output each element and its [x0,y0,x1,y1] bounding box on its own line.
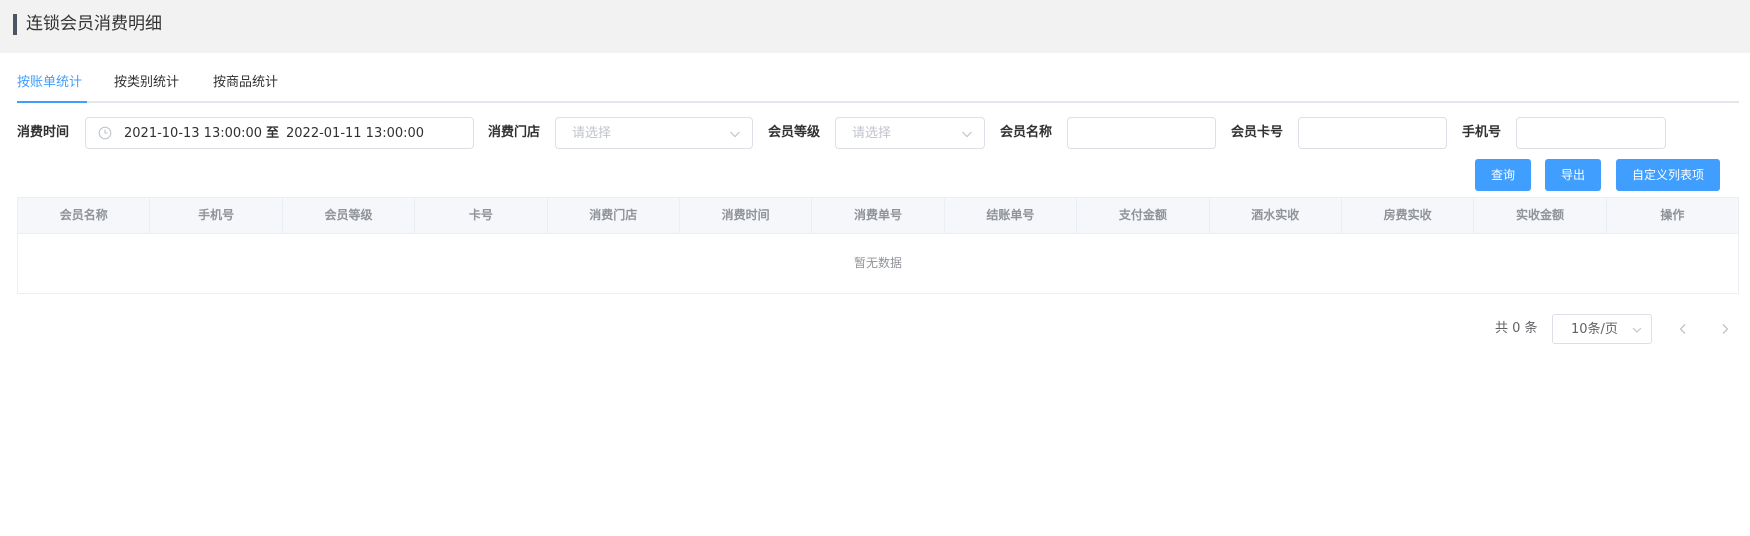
page-title: 连锁会员消费明细 [26,14,162,34]
pagination: 共 0 条 10条/页 [0,314,1750,344]
page-size-select[interactable]: 10条/页 [1552,314,1652,344]
consume-time-label: 消费时间 [17,125,70,140]
title-accent-bar [13,14,17,35]
pagination-total: 共 0 条 [1495,321,1538,336]
table-header: 会员名称 手机号 会员等级 卡号 消费门店 消费时间 消费单号 结账单号 支付金… [18,198,1738,234]
export-button[interactable]: 导出 [1545,159,1601,191]
member-card-label: 会员卡号 [1231,125,1284,140]
consume-time-range-picker[interactable]: 2021-10-13 13:00:00 至 2022-01-11 13:00:0… [85,117,474,149]
tab-by-bill[interactable]: 按账单统计 [17,74,82,92]
consumption-table: 会员名称 手机号 会员等级 卡号 消费门店 消费时间 消费单号 结账单号 支付金… [17,197,1739,294]
column-header-bill-no: 结账单号 [945,198,1078,233]
chevron-down-icon [730,131,740,138]
column-header-room-received: 房费实收 [1342,198,1475,233]
column-header-phone: 手机号 [150,198,283,233]
phone-label: 手机号 [1462,125,1502,140]
chevron-down-icon [962,131,972,138]
member-level-select[interactable]: 请选择 [835,117,985,149]
custom-columns-button[interactable]: 自定义列表项 [1616,159,1720,191]
table-empty-text: 暂无数据 [853,256,902,270]
column-header-actual-received: 实收金额 [1474,198,1607,233]
next-page-button[interactable] [1711,314,1739,344]
clock-icon [98,126,112,140]
column-header-actions: 操作 [1660,208,1685,222]
phone-input[interactable] [1516,117,1666,149]
column-header-member-name: 会员名称 [18,198,151,233]
page-size-value: 10条/页 [1571,322,1618,337]
column-header-card-no: 卡号 [415,198,548,233]
tab-by-category[interactable]: 按类别统计 [114,74,179,92]
column-header-order-no: 消费单号 [812,198,945,233]
query-button[interactable]: 查询 [1475,159,1531,191]
chevron-right-icon [1722,324,1729,334]
tab-bar: 按账单统计 按类别统计 按商品统计 [17,70,1739,103]
filter-bar: 消费时间 2021-10-13 13:00:00 至 2022-01-11 13… [0,117,1750,149]
column-header-store: 消费门店 [548,198,680,233]
store-select[interactable]: 请选择 [555,117,753,149]
member-name-input[interactable] [1067,117,1216,149]
time-range-start[interactable]: 2021-10-13 13:00:00 [124,125,262,143]
column-header-paid-amount: 支付金额 [1077,198,1210,233]
store-label: 消费门店 [488,125,541,140]
member-level-label: 会员等级 [768,125,821,140]
tab-baseline [17,101,1739,103]
tab-by-product[interactable]: 按商品统计 [213,74,278,92]
column-header-member-level: 会员等级 [283,198,416,233]
store-select-placeholder: 请选择 [572,126,612,141]
page-header: 连锁会员消费明细 [0,0,1750,53]
chevron-left-icon [1679,324,1686,334]
time-range-separator: 至 [266,126,280,141]
member-card-input[interactable] [1298,117,1447,149]
member-level-placeholder: 请选择 [852,126,892,141]
member-name-label: 会员名称 [1000,125,1053,140]
column-header-drinks-received: 酒水实收 [1210,198,1342,233]
active-tab-indicator [17,101,87,103]
prev-page-button[interactable] [1669,314,1697,344]
chevron-down-icon [1632,327,1642,333]
column-header-consume-time: 消费时间 [680,198,813,233]
time-range-end[interactable]: 2022-01-11 13:00:00 [286,125,424,143]
